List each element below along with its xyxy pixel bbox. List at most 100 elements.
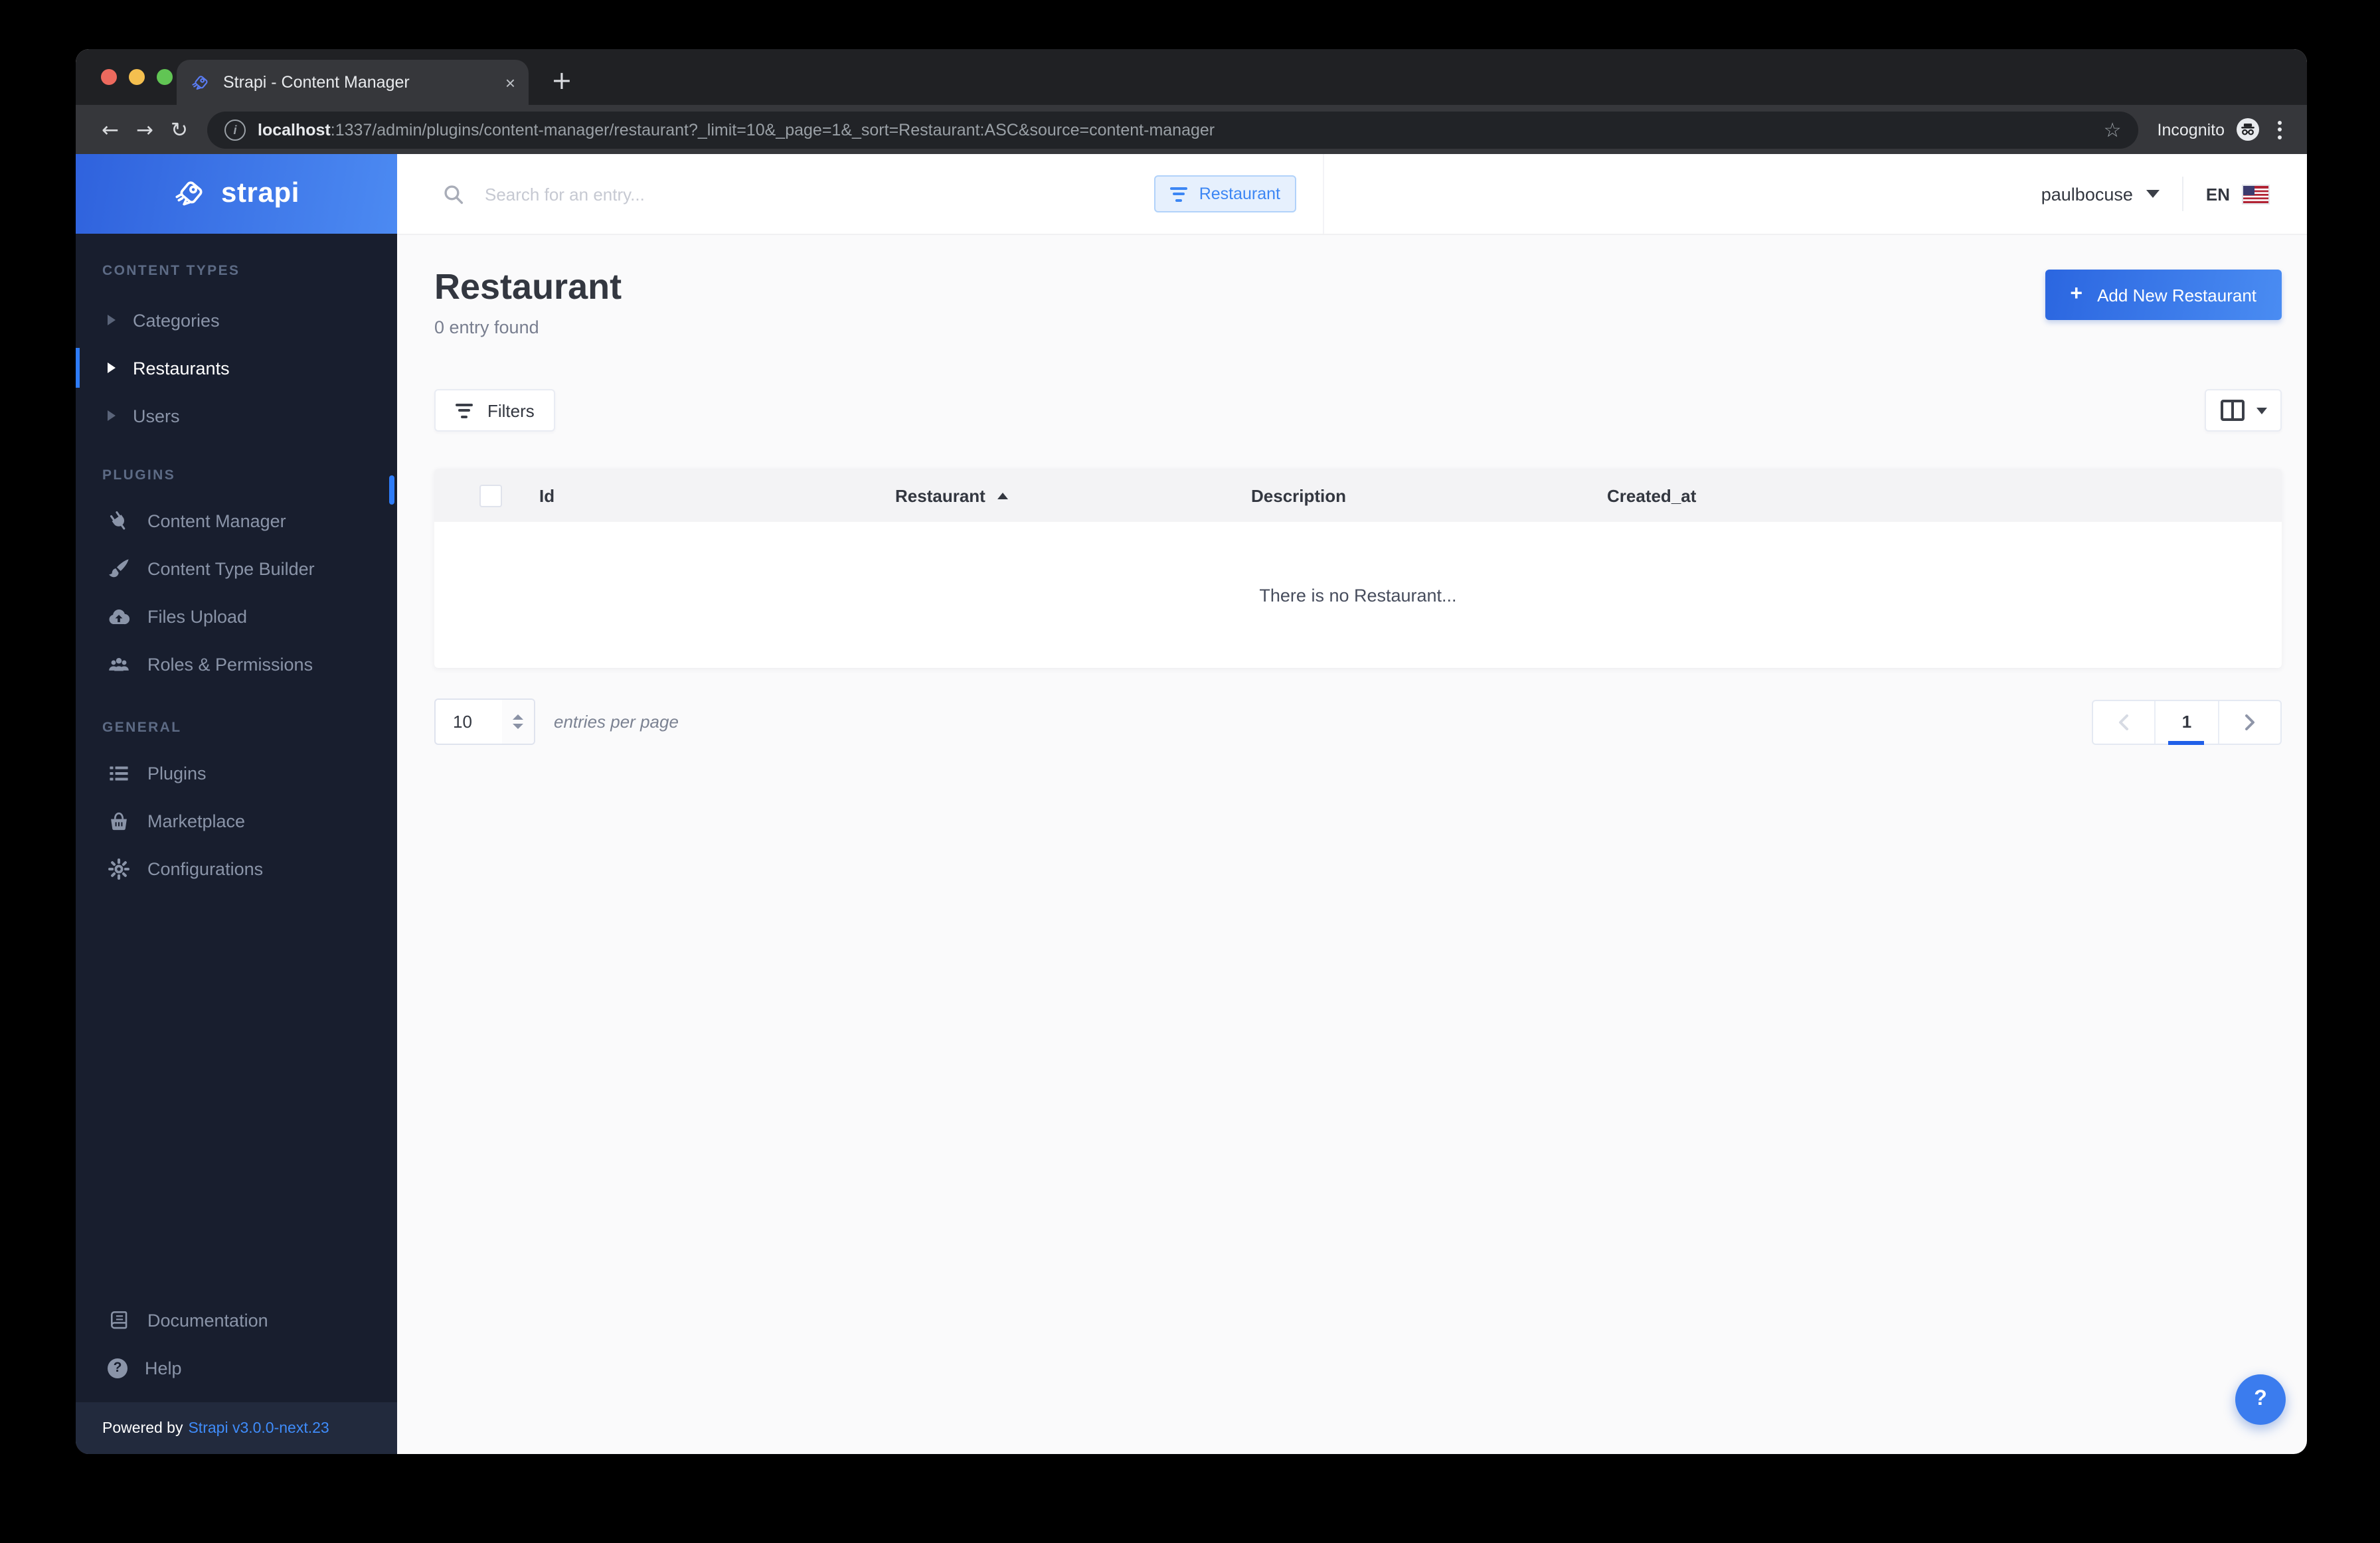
tab-title: Strapi - Content Manager [223, 73, 410, 92]
list-view: Restaurant 0 entry found + Add New Resta… [397, 235, 2307, 1454]
stepper-up-icon [513, 714, 523, 720]
column-header-created-at[interactable]: Created_at [1587, 485, 2282, 505]
search-icon [444, 185, 464, 204]
strapi-admin: strapi CONTENT TYPES Categories Restaura… [76, 154, 2307, 1454]
tab-close-icon[interactable]: × [505, 74, 515, 91]
collection-filter-chip[interactable]: Restaurant [1153, 175, 1296, 212]
select-all-checkbox[interactable] [479, 484, 502, 507]
strapi-favicon [191, 72, 211, 92]
sidebar-item-documentation[interactable]: Documentation [76, 1296, 397, 1344]
plus-icon: + [2070, 283, 2083, 305]
users-icon [109, 657, 129, 671]
column-header-id[interactable]: Id [519, 485, 875, 505]
sidebar-footer-links: Documentation ? Help [76, 1296, 397, 1402]
powered-by-text: Powered by [102, 1420, 183, 1436]
chevron-left-icon [2119, 714, 2129, 730]
entries-per-page-value: 10 [453, 712, 472, 732]
incognito-icon [2237, 118, 2259, 141]
filter-icon [456, 403, 473, 418]
stepper-icons[interactable] [502, 700, 534, 744]
basket-icon [111, 811, 127, 830]
column-header-restaurant[interactable]: Restaurant [875, 485, 1231, 505]
language-switcher[interactable]: EN [2206, 184, 2270, 204]
empty-message: There is no Restaurant... [1259, 585, 1457, 606]
chevron-down-icon [2146, 190, 2160, 198]
header-right: paulbocuse EN [2041, 177, 2307, 211]
powered-by-footer: Powered by Strapi v3.0.0-next.23 [76, 1402, 397, 1454]
caret-right-icon [108, 410, 116, 421]
page-title: Restaurant [434, 267, 622, 307]
entries-table: Id Restaurant Description Created_at The… [434, 469, 2282, 669]
add-new-restaurant-button[interactable]: + Add New Restaurant [2045, 270, 2282, 320]
strapi-logo[interactable]: strapi [76, 154, 397, 234]
forward-icon[interactable]: → [128, 118, 162, 141]
url-host: localhost [258, 120, 331, 139]
browser-window: Strapi - Content Manager × + ← → ↻ i loc… [76, 49, 2307, 1454]
bookmark-star-icon[interactable]: ☆ [2104, 118, 2122, 141]
paintbrush-icon [109, 558, 129, 577]
title-row: Restaurant 0 entry found + Add New Resta… [434, 267, 2282, 337]
back-icon[interactable]: ← [93, 118, 128, 141]
sidebar-item-help[interactable]: ? Help [76, 1344, 397, 1392]
incognito-label: Incognito [2157, 120, 2225, 139]
filter-chip-label: Restaurant [1199, 185, 1280, 203]
new-tab-button[interactable]: + [551, 68, 572, 94]
us-flag-icon [2242, 184, 2270, 204]
gear-icon [108, 858, 129, 879]
incognito-badge: Incognito [2150, 118, 2270, 141]
current-page-number: 1 [2181, 712, 2192, 732]
filters-button[interactable]: Filters [434, 389, 556, 432]
entries-per-page-label: entries per page [554, 712, 679, 732]
table-empty-state: There is no Restaurant... [434, 522, 2282, 668]
desktop: Strapi - Content Manager × + ← → ↻ i loc… [0, 0, 2380, 1543]
minimize-window-button[interactable] [129, 69, 145, 85]
main-area: Restaurant paulbocuse EN [397, 154, 2307, 1454]
user-menu[interactable]: paulbocuse [2041, 184, 2160, 204]
macos-traffic-lights [101, 69, 173, 85]
book-icon [111, 1310, 128, 1329]
url-path: :1337/admin/plugins/content-manager/rest… [330, 120, 1215, 139]
browser-menu-icon[interactable] [2270, 120, 2290, 139]
plug-icon [110, 511, 126, 529]
sidebar-item-categories[interactable]: Categories [76, 296, 397, 344]
entries-per-page-select[interactable]: 10 [434, 698, 535, 746]
sidebar-item-content-manager[interactable]: Content Manager [76, 497, 397, 544]
admin-header: Restaurant paulbocuse EN [397, 154, 2307, 235]
column-settings-button[interactable] [2205, 389, 2282, 432]
sidebar-item-plugins[interactable]: Plugins [76, 749, 397, 797]
help-fab-button[interactable]: ? [2235, 1374, 2286, 1425]
list-icon [110, 766, 128, 780]
filters-row: Filters [434, 389, 2282, 432]
filter-icon [1169, 187, 1187, 201]
title-block: Restaurant 0 entry found [434, 267, 622, 337]
site-info-icon[interactable]: i [224, 119, 246, 140]
header-divider [2181, 177, 2183, 211]
section-label-general: GENERAL [102, 720, 182, 736]
columns-icon [2220, 400, 2244, 422]
sidebar-item-marketplace[interactable]: Marketplace [76, 797, 397, 845]
next-page-button[interactable] [2217, 700, 2280, 744]
page-1-button[interactable]: 1 [2154, 700, 2218, 744]
search-input[interactable] [482, 183, 1137, 205]
search-zone: Restaurant [397, 154, 1324, 234]
caret-right-icon [108, 315, 116, 325]
column-header-description[interactable]: Description [1231, 485, 1587, 505]
sidebar-item-restaurants[interactable]: Restaurants [76, 344, 397, 392]
close-window-button[interactable] [101, 69, 117, 85]
browser-tab[interactable]: Strapi - Content Manager × [177, 60, 529, 105]
zoom-window-button[interactable] [157, 69, 173, 85]
prev-page-button[interactable] [2093, 700, 2155, 743]
sidebar-item-files-upload[interactable]: Files Upload [76, 592, 397, 640]
sidebar-item-configurations[interactable]: Configurations [76, 845, 397, 892]
reload-icon[interactable]: ↻ [162, 118, 197, 141]
sort-asc-icon [997, 492, 1008, 499]
sidebar-item-roles-permissions[interactable]: Roles & Permissions [76, 640, 397, 688]
sidebar-item-users[interactable]: Users [76, 392, 397, 440]
chevron-down-icon [2256, 407, 2266, 414]
left-menu: strapi CONTENT TYPES Categories Restaura… [76, 154, 397, 1454]
sidebar-item-content-type-builder[interactable]: Content Type Builder [76, 544, 397, 592]
strapi-rocket-icon [173, 177, 208, 211]
section-label-plugins: PLUGINS [102, 467, 176, 483]
url-bar[interactable]: i localhost:1337/admin/plugins/content-m… [207, 111, 2139, 148]
strapi-version-link[interactable]: Strapi v3.0.0-next.23 [188, 1420, 329, 1436]
